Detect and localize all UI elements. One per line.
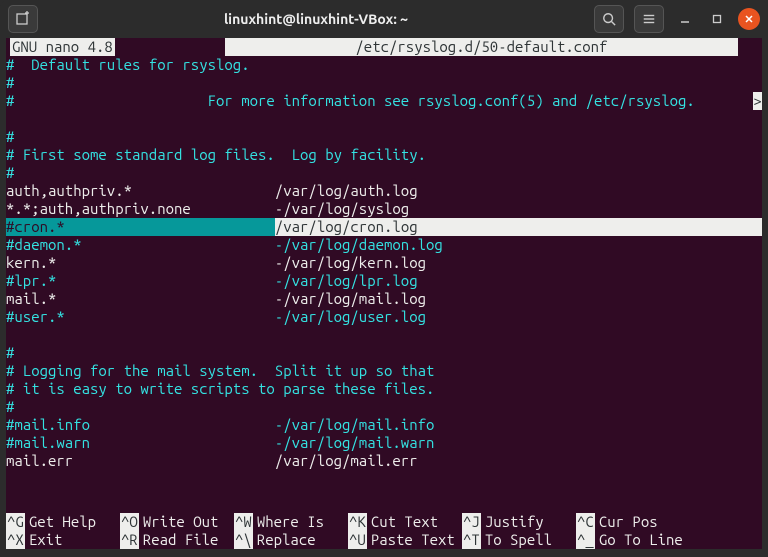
shortcut-key: ^G [6, 513, 25, 531]
shortcut-label: Exit [25, 531, 67, 549]
shortcut-label: Read File [139, 531, 223, 549]
nano-app-name: GNU nano 4.8 [10, 38, 115, 56]
nano-header: GNU nano 4.8 /etc/rsyslog.d/50-default.c… [6, 38, 762, 56]
window-title: linuxhint@linuxhint-VBox: ~ [38, 11, 594, 27]
editor-line [6, 326, 762, 344]
maximize-icon [712, 14, 722, 24]
close-icon [744, 14, 754, 24]
editor-line: # it is easy to write scripts to parse t… [6, 380, 762, 398]
editor-line: *.*;auth,authpriv.none -/var/log/syslog [6, 200, 762, 218]
search-icon [602, 12, 616, 26]
search-button[interactable] [594, 5, 624, 33]
editor-line: mail.err /var/log/mail.err [6, 452, 762, 470]
terminal-area[interactable]: GNU nano 4.8 /etc/rsyslog.d/50-default.c… [6, 38, 762, 549]
shortcut-item: ^UPaste Text [348, 531, 462, 549]
editor-line: auth,authpriv.* /var/log/auth.log [6, 182, 762, 200]
shortcut-item: ^OWrite Out [120, 513, 234, 531]
shortcut-item: ^TTo Spell [462, 531, 576, 549]
shortcut-key: ^U [348, 531, 367, 549]
editor-line: # [6, 74, 762, 92]
shortcut-item: ^RRead File [120, 531, 234, 549]
editor-line: #lpr.* -/var/log/lpr.log [6, 272, 762, 290]
shortcut-label: Cur Pos [595, 513, 662, 531]
shortcut-key: ^O [120, 513, 139, 531]
editor-line: #mail.warn -/var/log/mail.warn [6, 434, 762, 452]
editor-line: #mail.info -/var/log/mail.info [6, 416, 762, 434]
shortcut-key: ^\ [234, 531, 253, 549]
editor-line: # [6, 398, 762, 416]
editor-line: #cron.* /var/log/cron.log [6, 218, 762, 236]
editor-line: # [6, 128, 762, 146]
shortcut-label: Cut Text [367, 513, 442, 531]
shortcut-key: ^J [462, 513, 481, 531]
minimize-button[interactable] [674, 8, 696, 30]
shortcut-label: Where Is [253, 513, 328, 531]
editor-line: # Default rules for rsyslog. [6, 56, 762, 74]
shortcut-label: Justify [481, 513, 548, 531]
shortcut-key: ^T [462, 531, 481, 549]
shortcut-label: To Spell [481, 531, 556, 549]
shortcut-key: ^R [120, 531, 139, 549]
new-tab-icon [15, 11, 31, 27]
minimize-icon [680, 14, 690, 24]
shortcut-item: ^\Replace [234, 531, 348, 549]
shortcut-item: ^GGet Help [6, 513, 120, 531]
maximize-button[interactable] [706, 8, 728, 30]
shortcut-key: ^W [234, 513, 253, 531]
shortcut-bar: ^GGet Help^OWrite Out^WWhere Is^KCut Tex… [6, 513, 762, 549]
shortcut-label: Write Out [139, 513, 223, 531]
shortcut-label: Replace [253, 531, 320, 549]
shortcut-label: Go To Line [595, 531, 687, 549]
editor-line: kern.* -/var/log/kern.log [6, 254, 762, 272]
titlebar: linuxhint@linuxhint-VBox: ~ [0, 0, 768, 38]
editor-line: # Logging for the mail system. Split it … [6, 362, 762, 380]
shortcut-item: ^XExit [6, 531, 120, 549]
editor-line: # For more information see rsyslog.conf(… [6, 92, 762, 110]
shortcut-key: ^X [6, 531, 25, 549]
editor-body: # Default rules for rsyslog.## For more … [6, 56, 762, 470]
editor-line: # [6, 164, 762, 182]
shortcut-key: ^C [576, 513, 595, 531]
hamburger-icon [642, 12, 656, 26]
shortcut-label: Get Help [25, 513, 100, 531]
shortcut-key: ^_ [576, 531, 595, 549]
shortcut-item: ^CCur Pos [576, 513, 690, 531]
close-button[interactable] [738, 8, 760, 30]
shortcut-item: ^JJustify [462, 513, 576, 531]
editor-line [6, 110, 762, 128]
shortcut-item: ^KCut Text [348, 513, 462, 531]
nano-file-path: /etc/rsyslog.d/50-default.conf [225, 38, 738, 56]
new-tab-button[interactable] [8, 5, 38, 33]
shortcut-key: ^K [348, 513, 367, 531]
shortcut-item: ^_Go To Line [576, 531, 690, 549]
editor-line: # First some standard log files. Log by … [6, 146, 762, 164]
shortcut-label: Paste Text [367, 531, 459, 549]
editor-line: mail.* -/var/log/mail.log [6, 290, 762, 308]
editor-line: #user.* -/var/log/user.log [6, 308, 762, 326]
editor-line: #daemon.* -/var/log/daemon.log [6, 236, 762, 254]
shortcut-item: ^WWhere Is [234, 513, 348, 531]
editor-line: # [6, 344, 762, 362]
menu-button[interactable] [634, 5, 664, 33]
